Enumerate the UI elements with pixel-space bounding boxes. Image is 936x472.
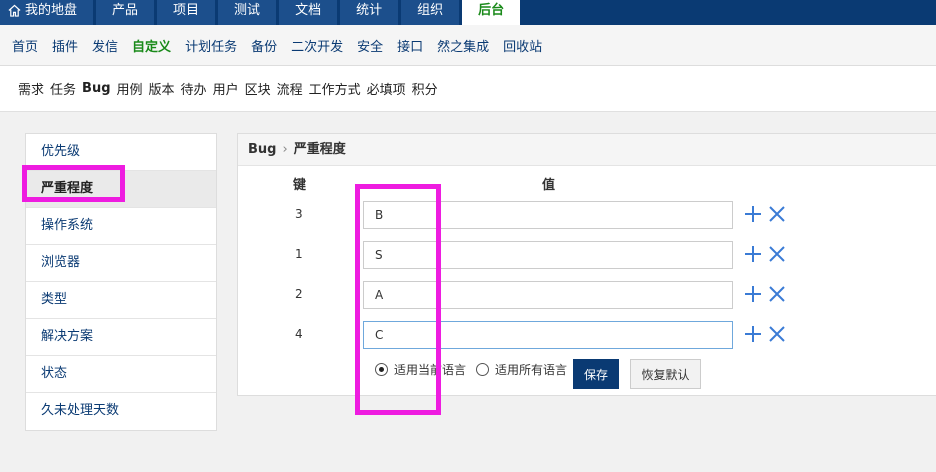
tab-admin[interactable]: 后台 <box>462 0 521 25</box>
tab-label: 统计 <box>356 3 383 18</box>
module-required[interactable]: 必填项 <box>367 79 406 98</box>
row-key: 3 <box>295 207 303 221</box>
table-row: 4 <box>238 321 936 349</box>
subnav-ranzhi[interactable]: 然之集成 <box>437 36 489 55</box>
close-icon[interactable] <box>767 284 787 304</box>
radio-current-language-label: 适用当前语言 <box>394 363 467 377</box>
sidebar-item-priority[interactable]: 优先级 <box>26 134 216 171</box>
row-key: 1 <box>295 247 303 261</box>
breadcrumb-severity: 严重程度 <box>293 142 346 157</box>
module-user[interactable]: 用户 <box>213 79 239 98</box>
tab-my[interactable]: 我的地盘 <box>0 0 94 25</box>
row-key: 4 <box>295 327 303 341</box>
plus-icon[interactable] <box>743 204 763 224</box>
tab-label: 后台 <box>478 3 505 18</box>
sidebar-item-long-unhandled[interactable]: 久未处理天数 <box>26 393 216 430</box>
tab-label: 产品 <box>112 3 139 18</box>
top-nav: 我的地盘 产品 项目 测试 文档 统计 组织 后台 <box>0 0 936 25</box>
subnav-backup[interactable]: 备份 <box>251 36 277 55</box>
value-input[interactable] <box>363 241 733 269</box>
subnav-custom[interactable]: 自定义 <box>132 36 171 55</box>
close-icon[interactable] <box>767 204 787 224</box>
subnav-trash[interactable]: 回收站 <box>503 36 542 55</box>
sidebar-item-status[interactable]: 状态 <box>26 356 216 393</box>
breadcrumb-bug: Bug <box>248 142 277 157</box>
close-icon[interactable] <box>767 244 787 264</box>
sidebar-item-resolution[interactable]: 解决方案 <box>26 319 216 356</box>
subnav-security[interactable]: 安全 <box>357 36 383 55</box>
value-input[interactable] <box>363 321 733 349</box>
tab-label: 我的地盘 <box>25 3 78 18</box>
sidebar-item-severity[interactable]: 严重程度 <box>26 171 216 208</box>
subnav-cron[interactable]: 计划任务 <box>185 36 237 55</box>
sidebar-item-os[interactable]: 操作系统 <box>26 208 216 245</box>
sidebar-item-browser[interactable]: 浏览器 <box>26 245 216 282</box>
tab-doc[interactable]: 文档 <box>279 0 338 25</box>
subnav-mail[interactable]: 发信 <box>92 36 118 55</box>
radio-current-language[interactable] <box>375 363 388 376</box>
module-bug[interactable]: Bug <box>82 81 110 96</box>
language-scope-options: 适用当前语言 适用所有语言 <box>375 361 577 378</box>
module-block[interactable]: 区块 <box>245 79 271 98</box>
module-todo[interactable]: 待办 <box>181 79 207 98</box>
table-row: 2 <box>238 281 936 309</box>
plus-icon[interactable] <box>743 284 763 304</box>
breadcrumb: Bug › 严重程度 <box>238 134 936 166</box>
value-input[interactable] <box>363 201 733 229</box>
table-row: 3 <box>238 201 936 229</box>
radio-all-languages[interactable] <box>476 363 490 376</box>
save-button[interactable]: 保存 <box>573 359 619 389</box>
tab-label: 组织 <box>417 3 444 18</box>
row-key: 2 <box>295 287 303 301</box>
table-row: 1 <box>238 241 936 269</box>
severity-panel: Bug › 严重程度 键 值 3 1 2 4 适用当前语言 适用所有语言 保存 恢复… <box>237 133 936 396</box>
module-score[interactable]: 积分 <box>412 79 438 98</box>
sidebar-item-type[interactable]: 类型 <box>26 282 216 319</box>
module-story[interactable]: 需求 <box>18 79 44 98</box>
module-flow[interactable]: 流程 <box>277 79 303 98</box>
tab-test[interactable]: 测试 <box>218 0 277 25</box>
home-icon <box>8 4 21 17</box>
sub-nav: 首页 插件 发信 自定义 计划任务 备份 二次开发 安全 接口 然之集成 回收站 <box>0 25 936 66</box>
value-input[interactable] <box>363 281 733 309</box>
tab-project[interactable]: 项目 <box>157 0 216 25</box>
subnav-dev[interactable]: 二次开发 <box>291 36 343 55</box>
tab-org[interactable]: 组织 <box>401 0 460 25</box>
tab-stats[interactable]: 统计 <box>340 0 399 25</box>
column-header-value: 值 <box>542 178 556 193</box>
module-testcase[interactable]: 用例 <box>117 79 143 98</box>
plus-icon[interactable] <box>743 244 763 264</box>
tab-label: 项目 <box>173 3 200 18</box>
tab-product[interactable]: 产品 <box>96 0 155 25</box>
column-header-key: 键 <box>293 178 307 193</box>
restore-default-button[interactable]: 恢复默认 <box>630 359 701 389</box>
module-build[interactable]: 版本 <box>149 79 175 98</box>
radio-all-languages-label: 适用所有语言 <box>495 363 568 377</box>
subnav-home[interactable]: 首页 <box>12 36 38 55</box>
chevron-right-icon: › <box>282 142 288 157</box>
field-sidebar: 优先级 严重程度 操作系统 浏览器 类型 解决方案 状态 久未处理天数 <box>25 133 217 431</box>
tab-label: 文档 <box>295 3 322 18</box>
plus-icon[interactable] <box>743 324 763 344</box>
module-task[interactable]: 任务 <box>50 79 76 98</box>
subnav-api[interactable]: 接口 <box>397 36 423 55</box>
module-nav: 需求 任务 Bug 用例 版本 待办 用户 区块 流程 工作方式 必填项 积分 <box>0 66 936 112</box>
module-workmode[interactable]: 工作方式 <box>309 79 361 98</box>
subnav-plugin[interactable]: 插件 <box>52 36 78 55</box>
close-icon[interactable] <box>767 324 787 344</box>
tab-label: 测试 <box>234 3 261 18</box>
